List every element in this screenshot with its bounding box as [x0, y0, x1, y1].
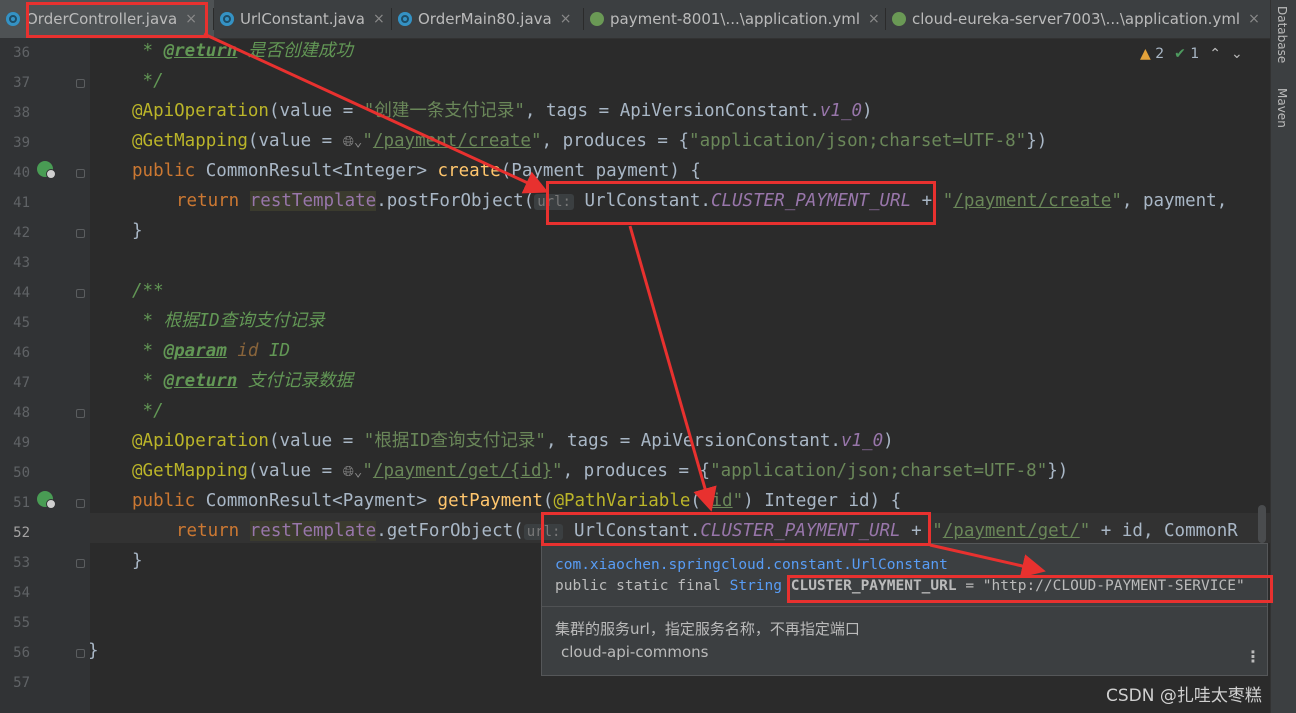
- line-number: 43: [13, 255, 30, 271]
- code-line-36: * @return 是否创建成功: [132, 41, 353, 61]
- doc-description: 集群的服务url，指定服务名称，不再指定端口: [555, 620, 860, 638]
- java-class-icon: [220, 12, 234, 26]
- fold-marker-icon[interactable]: [76, 229, 85, 238]
- code-line-45: * 根据ID查询支付记录: [132, 311, 325, 331]
- line-number-current: 52: [13, 525, 30, 541]
- tab-label: UrlConstant.java: [240, 10, 365, 28]
- web-endpoint-icon[interactable]: [37, 161, 56, 179]
- line-number: 37: [13, 75, 30, 91]
- previous-highlight-icon[interactable]: ⌃: [1209, 46, 1221, 62]
- annotation-box-line41: [546, 181, 936, 225]
- line-number: 57: [13, 675, 30, 691]
- line-number: 36: [13, 45, 30, 61]
- close-icon[interactable]: ×: [1248, 11, 1260, 27]
- line-number: 47: [13, 375, 30, 391]
- line-number: 50: [13, 465, 30, 481]
- line-number: 40: [13, 165, 30, 181]
- yaml-file-icon: [892, 12, 906, 26]
- fold-marker-icon[interactable]: [76, 649, 85, 658]
- code-line-44: /**: [132, 281, 164, 301]
- line-number: 45: [13, 315, 30, 331]
- url-navigation-icon[interactable]: 🌐︎⌄: [343, 464, 363, 480]
- more-options-icon[interactable]: ⋮: [1245, 647, 1261, 666]
- code-line-53: }: [132, 551, 143, 571]
- fold-marker-icon[interactable]: [76, 409, 85, 418]
- tab-label: cloud-eureka-server7003\...\application.…: [912, 10, 1241, 28]
- line-number: 48: [13, 405, 30, 421]
- warning-count[interactable]: ▲ 2: [1140, 46, 1164, 62]
- annotation-box-line52: [541, 512, 931, 546]
- line-number: 49: [13, 435, 30, 451]
- line-number: 53: [13, 555, 30, 571]
- url-navigation-icon[interactable]: 🌐︎⌄: [343, 134, 363, 150]
- close-icon[interactable]: ×: [868, 11, 880, 27]
- tab-label: OrderMain80.java: [418, 10, 552, 28]
- code-line-50: @GetMapping(value = 🌐︎⌄"/payment/get/{id…: [132, 461, 1069, 481]
- line-number: 41: [13, 195, 30, 211]
- java-class-icon: [6, 12, 20, 26]
- code-line-49: @ApiOperation(value = "根据ID查询支付记录", tags…: [132, 431, 894, 451]
- right-tool-strip: Database Maven: [1270, 0, 1296, 713]
- doc-class-name[interactable]: com.xiaochen.springcloud.constant.UrlCon…: [555, 557, 948, 573]
- code-line-47: * @return 支付记录数据: [132, 371, 353, 391]
- line-number: 38: [13, 105, 30, 121]
- check-icon: ✔: [1174, 46, 1186, 62]
- annotation-box-popup: [787, 575, 1273, 603]
- code-line-56: }: [90, 636, 99, 666]
- fold-marker-icon[interactable]: [76, 289, 85, 298]
- web-endpoint-icon[interactable]: [37, 491, 56, 509]
- code-line-42: }: [132, 221, 143, 241]
- line-number: 44: [13, 285, 30, 301]
- tab-eureka-7003-yml[interactable]: cloud-eureka-server7003\...\application.…: [886, 0, 1270, 38]
- close-icon[interactable]: ×: [373, 11, 385, 27]
- annotation-box-tab: [26, 2, 208, 38]
- doc-module: cloud-api-commons: [561, 643, 709, 661]
- next-highlight-icon[interactable]: ⌄: [1231, 46, 1243, 62]
- code-line-38: @ApiOperation(value = "创建一条支付记录", tags =…: [132, 101, 873, 121]
- database-panel-button[interactable]: Database: [1275, 6, 1289, 63]
- tab-url-constant[interactable]: UrlConstant.java ×: [214, 0, 392, 38]
- line-number: 46: [13, 345, 30, 361]
- line-number-gutter: 36 37 38 39 40 41 42 43 44 45 46 47 48 4…: [0, 38, 110, 713]
- code-line-46: * @param id ID: [132, 341, 291, 361]
- code-line-48: */: [132, 401, 164, 421]
- inspection-widget[interactable]: ▲ 2 ✔ 1 ⌃ ⌄: [1140, 40, 1243, 68]
- line-number: 54: [13, 585, 30, 601]
- line-number: 55: [13, 615, 30, 631]
- ok-count[interactable]: ✔ 1: [1174, 46, 1199, 62]
- line-number: 56: [13, 645, 30, 661]
- tab-payment-8001-yml[interactable]: payment-8001\...\application.yml ×: [584, 0, 886, 38]
- yaml-file-icon: [590, 12, 604, 26]
- warning-icon: ▲: [1140, 46, 1151, 62]
- line-number: 51: [13, 495, 30, 511]
- fold-marker-icon[interactable]: [76, 169, 85, 178]
- quick-documentation-popup: com.xiaochen.springcloud.constant.UrlCon…: [541, 543, 1268, 676]
- close-icon[interactable]: ×: [560, 11, 572, 27]
- code-line-39: @GetMapping(value = 🌐︎⌄"/payment/create"…: [132, 131, 1048, 151]
- watermark: CSDN @扎哇太枣糕: [1106, 686, 1262, 706]
- maven-panel-button[interactable]: Maven: [1275, 88, 1289, 128]
- fold-marker-icon[interactable]: [76, 79, 85, 88]
- java-class-icon: [398, 12, 412, 26]
- tab-label: payment-8001\...\application.yml: [610, 10, 860, 28]
- fold-marker-icon[interactable]: [76, 499, 85, 508]
- code-line-37: */: [132, 71, 164, 91]
- line-number: 42: [13, 225, 30, 241]
- line-number: 39: [13, 135, 30, 151]
- scrollbar-thumb[interactable]: [1258, 505, 1266, 543]
- fold-marker-icon[interactable]: [76, 559, 85, 568]
- tab-order-main80[interactable]: OrderMain80.java ×: [392, 0, 584, 38]
